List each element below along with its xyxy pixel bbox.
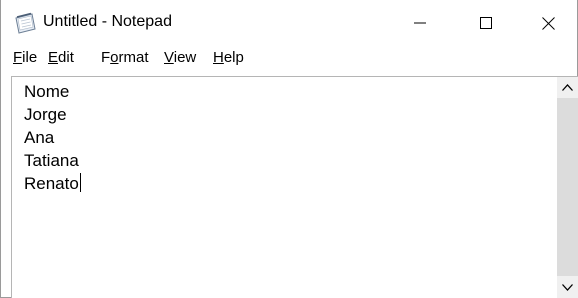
minimize-icon bbox=[414, 22, 426, 24]
menu-edit[interactable]: Edit bbox=[48, 49, 74, 66]
menu-view[interactable]: View bbox=[164, 49, 196, 66]
maximize-button[interactable] bbox=[459, 0, 513, 46]
chevron-down-icon bbox=[562, 284, 573, 291]
text-editor[interactable]: Nome Jorge Ana Tatiana Renato bbox=[11, 76, 557, 298]
vertical-scrollbar[interactable] bbox=[557, 76, 578, 298]
scroll-down-button[interactable] bbox=[557, 277, 578, 298]
text-line: Tatiana bbox=[24, 151, 79, 170]
chevron-up-icon bbox=[562, 84, 573, 91]
scroll-up-button[interactable] bbox=[557, 77, 578, 98]
text-line: Jorge bbox=[24, 105, 67, 124]
scroll-track[interactable] bbox=[557, 98, 578, 276]
menu-format[interactable]: Format bbox=[101, 49, 149, 66]
menu-help[interactable]: Help bbox=[213, 49, 244, 66]
minimize-button[interactable] bbox=[393, 0, 447, 46]
notepad-app-icon[interactable] bbox=[13, 12, 37, 34]
notepad-window: Untitled - Notepad File Edit Format View… bbox=[0, 0, 578, 298]
text-line: Ana bbox=[24, 128, 55, 147]
text-caret bbox=[79, 173, 81, 192]
menu-bar: File Edit Format View Help bbox=[1, 46, 577, 74]
text-line-last-text: Renato bbox=[24, 174, 79, 193]
maximize-icon bbox=[480, 17, 492, 29]
editor-content[interactable]: Nome Jorge Ana Tatiana Renato bbox=[24, 80, 81, 195]
text-line: Nome bbox=[24, 82, 70, 101]
window-title: Untitled - Notepad bbox=[43, 13, 172, 30]
close-button[interactable] bbox=[521, 0, 575, 46]
menu-file[interactable]: File bbox=[13, 49, 37, 66]
text-line-last: Renato bbox=[24, 172, 81, 195]
close-icon bbox=[541, 16, 555, 30]
title-bar[interactable]: Untitled - Notepad bbox=[1, 0, 577, 46]
